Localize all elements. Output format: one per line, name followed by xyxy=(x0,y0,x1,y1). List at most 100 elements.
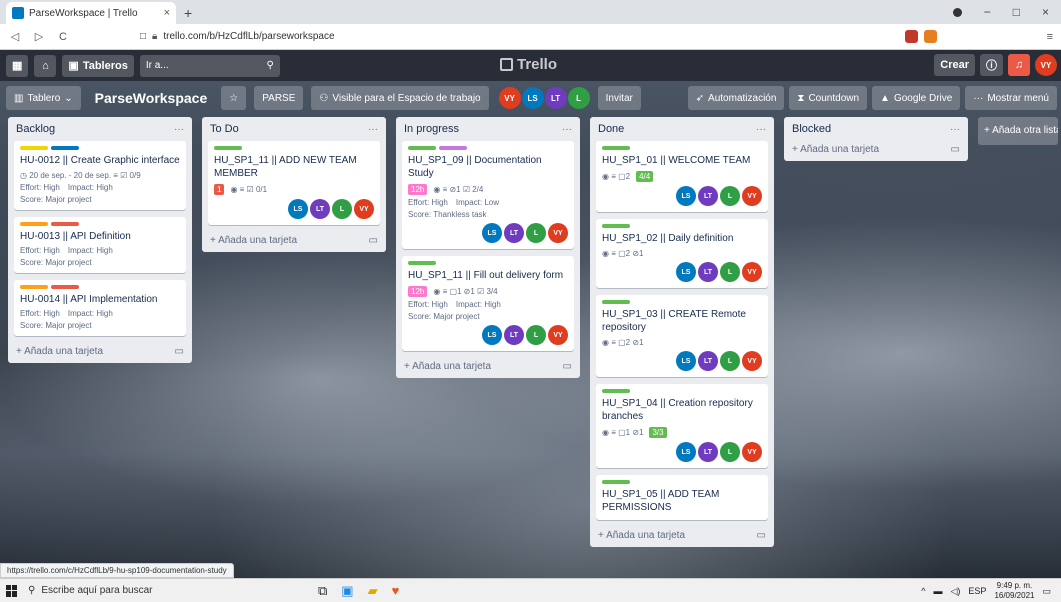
apps-button[interactable]: ▦ xyxy=(6,54,29,77)
add-card-button[interactable]: + Añada una tarjeta ▭ xyxy=(208,232,380,246)
member-avatar[interactable]: VY xyxy=(742,442,762,462)
new-tab-button[interactable]: + xyxy=(184,5,192,21)
member-avatar[interactable]: LS xyxy=(676,186,696,206)
volume-icon[interactable]: ◁) xyxy=(951,586,961,597)
member-avatar[interactable]: L xyxy=(526,325,546,345)
tab-close-icon[interactable]: × xyxy=(164,7,170,19)
card-label[interactable] xyxy=(602,480,630,484)
record-icon[interactable] xyxy=(952,7,962,17)
invite-button[interactable]: Invitar xyxy=(597,86,641,110)
star-button[interactable]: ☆ xyxy=(221,86,247,110)
card-label[interactable] xyxy=(439,146,467,150)
board-title[interactable]: ParseWorkspace xyxy=(89,90,214,106)
task-view-icon[interactable]: ⧉ xyxy=(318,583,327,599)
member-avatar[interactable]: LT xyxy=(698,186,718,206)
card-label[interactable] xyxy=(602,389,630,393)
card-label[interactable] xyxy=(20,285,48,289)
card-template-icon[interactable]: ▭ xyxy=(951,144,960,155)
card[interactable]: HU_SP1_11 || ADD NEW TEAM MEMBER 1 ◉ ≡ ☑ 0… xyxy=(208,141,380,225)
member-avatar[interactable]: LS xyxy=(521,87,544,109)
member-avatar[interactable]: LS xyxy=(676,351,696,371)
member-avatar[interactable]: LT xyxy=(698,262,718,282)
card-template-icon[interactable]: ▭ xyxy=(369,235,378,246)
extension-icon[interactable] xyxy=(923,30,937,43)
url-field[interactable]: □ 🔒︎ trello.com/b/HzCdflLb/parseworkspac… xyxy=(140,31,895,42)
list-more-icon[interactable]: ··· xyxy=(950,124,960,135)
card[interactable]: HU_SP1_11 || Fill out delivery form 12h ◉ … xyxy=(402,256,574,351)
member-avatar[interactable]: LS xyxy=(482,325,502,345)
card-label[interactable] xyxy=(51,222,79,226)
settings-menu-icon[interactable]: ≡ xyxy=(1047,31,1053,43)
notifications-icon[interactable]: ▭ xyxy=(1042,586,1051,597)
extension-icon[interactable] xyxy=(904,30,918,43)
member-avatar[interactable]: L xyxy=(526,223,546,243)
browser-tab[interactable]: ParseWorkspace | Trello × xyxy=(6,2,176,24)
google-drive-button[interactable]: ▲ Google Drive xyxy=(872,86,961,110)
list-more-icon[interactable]: ··· xyxy=(756,124,766,135)
network-icon[interactable]: ▬ xyxy=(934,586,943,596)
forward-button[interactable]: ▷ xyxy=(32,30,46,43)
countdown-button[interactable]: ⧗ Countdown xyxy=(789,86,868,110)
boards-button[interactable]: ▣ Tableros xyxy=(62,54,134,77)
card-label[interactable] xyxy=(602,300,630,304)
user-avatar[interactable]: VY xyxy=(1035,54,1057,76)
trello-logo[interactable]: Trello xyxy=(500,56,557,73)
member-avatar[interactable]: LS xyxy=(482,223,502,243)
member-avatar[interactable]: VY xyxy=(354,199,374,219)
close-window-button[interactable]: × xyxy=(1042,5,1049,19)
brave-browser-icon[interactable]: ♥ xyxy=(392,583,400,599)
maximize-button[interactable]: □ xyxy=(1013,5,1020,19)
card-label[interactable] xyxy=(214,146,242,150)
list-title[interactable]: Backlog xyxy=(16,123,55,135)
list-title[interactable]: In progress xyxy=(404,123,459,135)
show-menu-button[interactable]: ··· Mostrar menú xyxy=(965,86,1057,110)
card[interactable]: HU-0013 || API Definition Effort: High Imp… xyxy=(14,217,186,273)
member-avatar[interactable]: LT xyxy=(504,223,524,243)
card[interactable]: HU-0014 || API Implementation Effort: Hig… xyxy=(14,280,186,336)
member-avatar[interactable]: LT xyxy=(310,199,330,219)
add-card-button[interactable]: + Añada una tarjeta ▭ xyxy=(402,358,574,372)
list-more-icon[interactable]: ··· xyxy=(174,124,184,135)
search-input[interactable]: Ir a... ⚲ xyxy=(139,54,280,77)
back-button[interactable]: ◁ xyxy=(8,30,22,43)
card-label[interactable] xyxy=(408,146,436,150)
member-avatar[interactable]: LS xyxy=(676,442,696,462)
card[interactable]: HU_SP1_05 || ADD TEAM PERMISSIONS xyxy=(596,475,768,520)
member-avatar[interactable]: L xyxy=(720,442,740,462)
add-card-button[interactable]: + Añada una tarjeta ▭ xyxy=(14,343,186,357)
card-label[interactable] xyxy=(20,222,48,226)
card-label[interactable] xyxy=(51,285,79,289)
member-avatar[interactable]: LT xyxy=(698,351,718,371)
home-button[interactable]: ⌂ xyxy=(34,54,57,77)
card[interactable]: HU_SP1_02 || Daily definition ◉ ≡ ▢2 ⊘1 LS… xyxy=(596,219,768,288)
clock[interactable]: 9:49 p. m. 16/09/2021 xyxy=(994,581,1034,601)
list-more-icon[interactable]: ··· xyxy=(562,124,572,135)
member-avatar[interactable]: VY xyxy=(548,223,568,243)
member-avatar[interactable]: VY xyxy=(742,351,762,371)
card-label[interactable] xyxy=(602,224,630,228)
board-view-selector[interactable]: ▥ Tablero ⌄ xyxy=(6,86,81,110)
create-button[interactable]: Crear xyxy=(934,54,975,76)
member-avatar[interactable]: LT xyxy=(504,325,524,345)
list-title[interactable]: Blocked xyxy=(792,123,831,135)
info-button[interactable]: ⓘ xyxy=(980,54,1003,76)
member-avatar[interactable]: L xyxy=(567,87,590,109)
add-card-button[interactable]: + Añada una tarjeta ▭ xyxy=(790,141,962,155)
windows-start-icon[interactable] xyxy=(6,584,18,597)
card-label[interactable] xyxy=(602,146,630,150)
tray-chevron-icon[interactable]: ^ xyxy=(921,586,925,596)
card[interactable]: HU_SP1_01 || WELCOME TEAM ◉ ≡ ▢2 4/4 LS LT L V… xyxy=(596,141,768,212)
card-label[interactable] xyxy=(20,146,48,150)
member-avatar[interactable]: VY xyxy=(742,262,762,282)
list-title[interactable]: Done xyxy=(598,123,624,135)
member-avatar[interactable]: VY xyxy=(498,87,521,109)
store-icon[interactable]: ▣ xyxy=(341,583,353,599)
card-label[interactable] xyxy=(51,146,79,150)
member-avatar[interactable]: VY xyxy=(548,325,568,345)
member-avatar[interactable]: LT xyxy=(544,87,567,109)
member-avatar[interactable]: VY xyxy=(742,186,762,206)
member-avatar[interactable]: LS xyxy=(676,262,696,282)
card-template-icon[interactable]: ▭ xyxy=(563,361,572,372)
member-avatar[interactable]: L xyxy=(720,351,740,371)
visibility-button[interactable]: ⚇ Visible para el Espacio de trabajo xyxy=(311,86,489,110)
